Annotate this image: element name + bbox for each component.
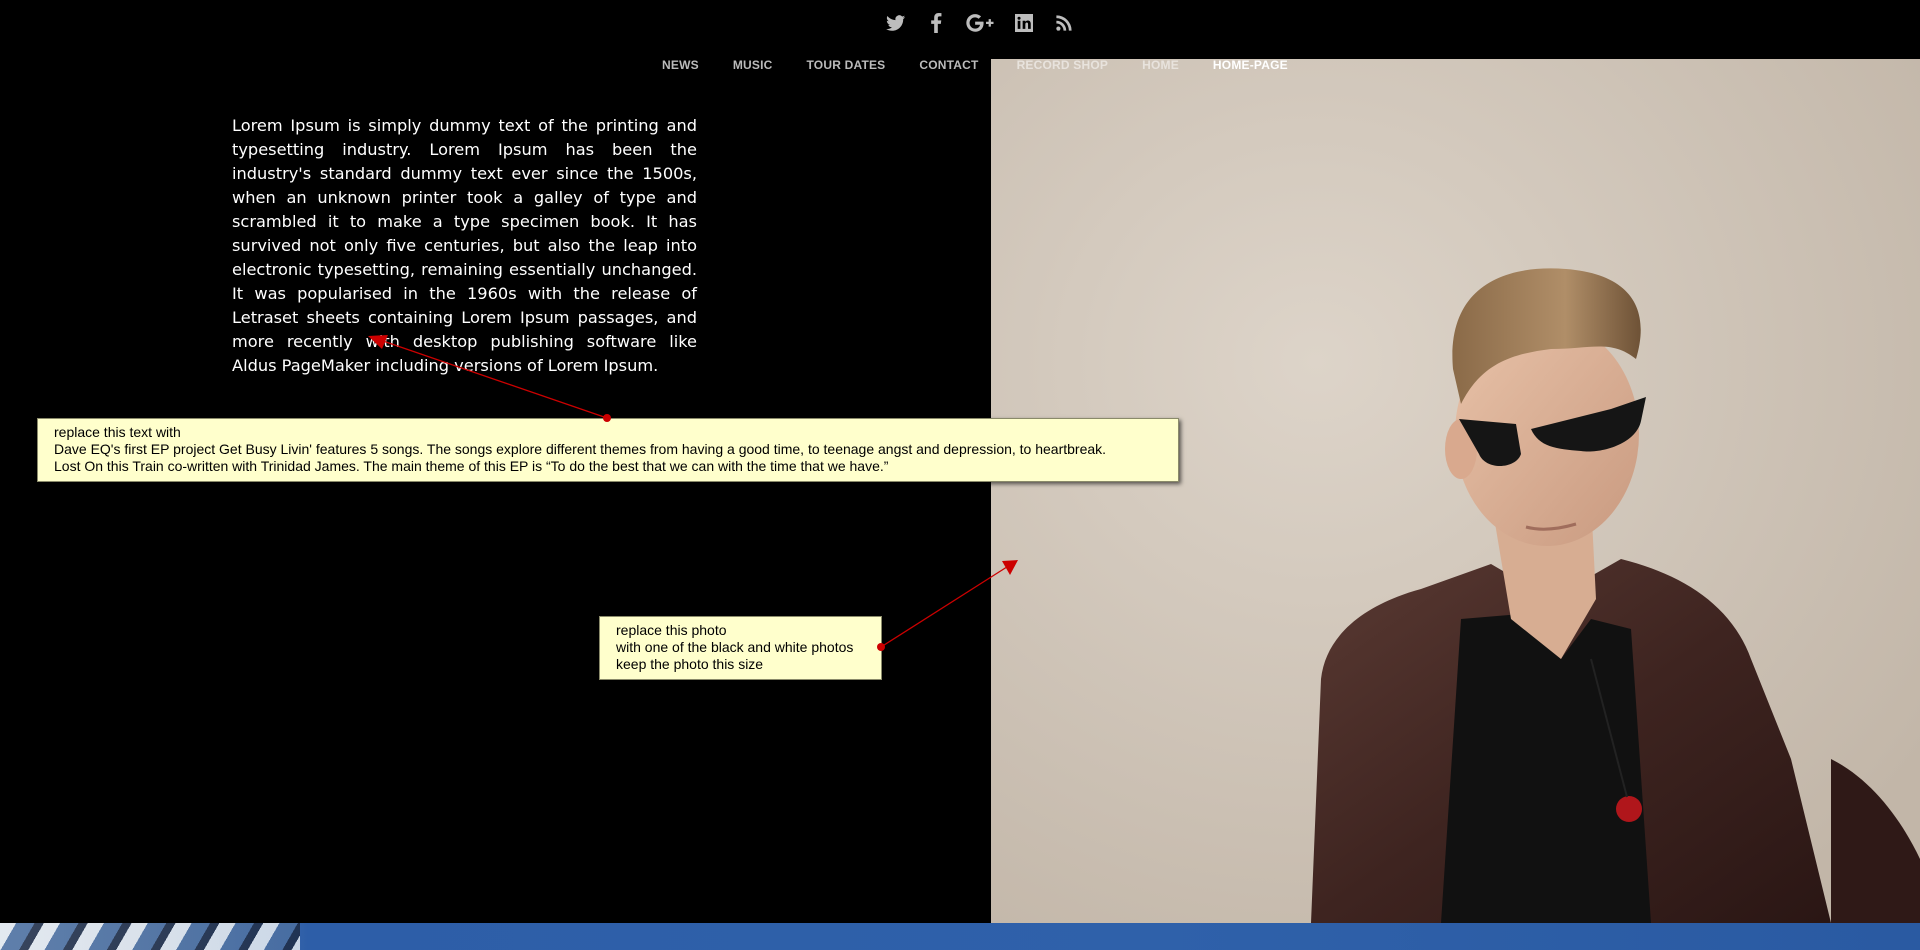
artist-photo (991, 59, 1920, 923)
annotation-replace-photo-line3: keep the photo this size (616, 656, 764, 672)
nav-home-page[interactable]: HOME-PAGE (1213, 58, 1288, 72)
nav-contact[interactable]: CONTACT (919, 58, 978, 72)
intro-text: Lorem Ipsum is simply dummy text of the … (232, 116, 697, 375)
annotation-replace-text-line2: Dave EQ's first EP project Get Busy Livi… (54, 441, 1107, 457)
nav-music[interactable]: MUSIC (733, 58, 773, 72)
annotation-replace-photo-line1: replace this photo (616, 622, 727, 638)
nav-home[interactable]: HOME (1142, 58, 1179, 72)
next-section-image (0, 923, 1920, 950)
nav-tour-dates[interactable]: TOUR DATES (806, 58, 885, 72)
annotation-replace-photo-line2: with one of the black and white photos (616, 639, 854, 655)
annotation-replace-text-line1: replace this text with (54, 424, 181, 440)
nav-news[interactable]: NEWS (662, 58, 699, 72)
annotation-replace-text: replace this text with Dave EQ's first E… (37, 418, 1179, 482)
twitter-icon[interactable] (885, 12, 907, 34)
social-icons (885, 12, 1075, 34)
nav-record-shop[interactable]: RECORD SHOP (1017, 58, 1109, 72)
rss-icon[interactable] (1053, 12, 1075, 34)
annotation-replace-photo: replace this photo with one of the black… (599, 616, 882, 680)
next-section-image-detail (0, 923, 300, 950)
annotation-replace-text-line3: Lost On this Train co-written with Trini… (54, 458, 889, 474)
google-plus-icon[interactable] (965, 12, 995, 34)
main-nav: NEWS MUSIC TOUR DATES CONTACT RECORD SHO… (662, 58, 1322, 72)
linkedin-icon[interactable] (1013, 12, 1035, 34)
facebook-icon[interactable] (925, 12, 947, 34)
